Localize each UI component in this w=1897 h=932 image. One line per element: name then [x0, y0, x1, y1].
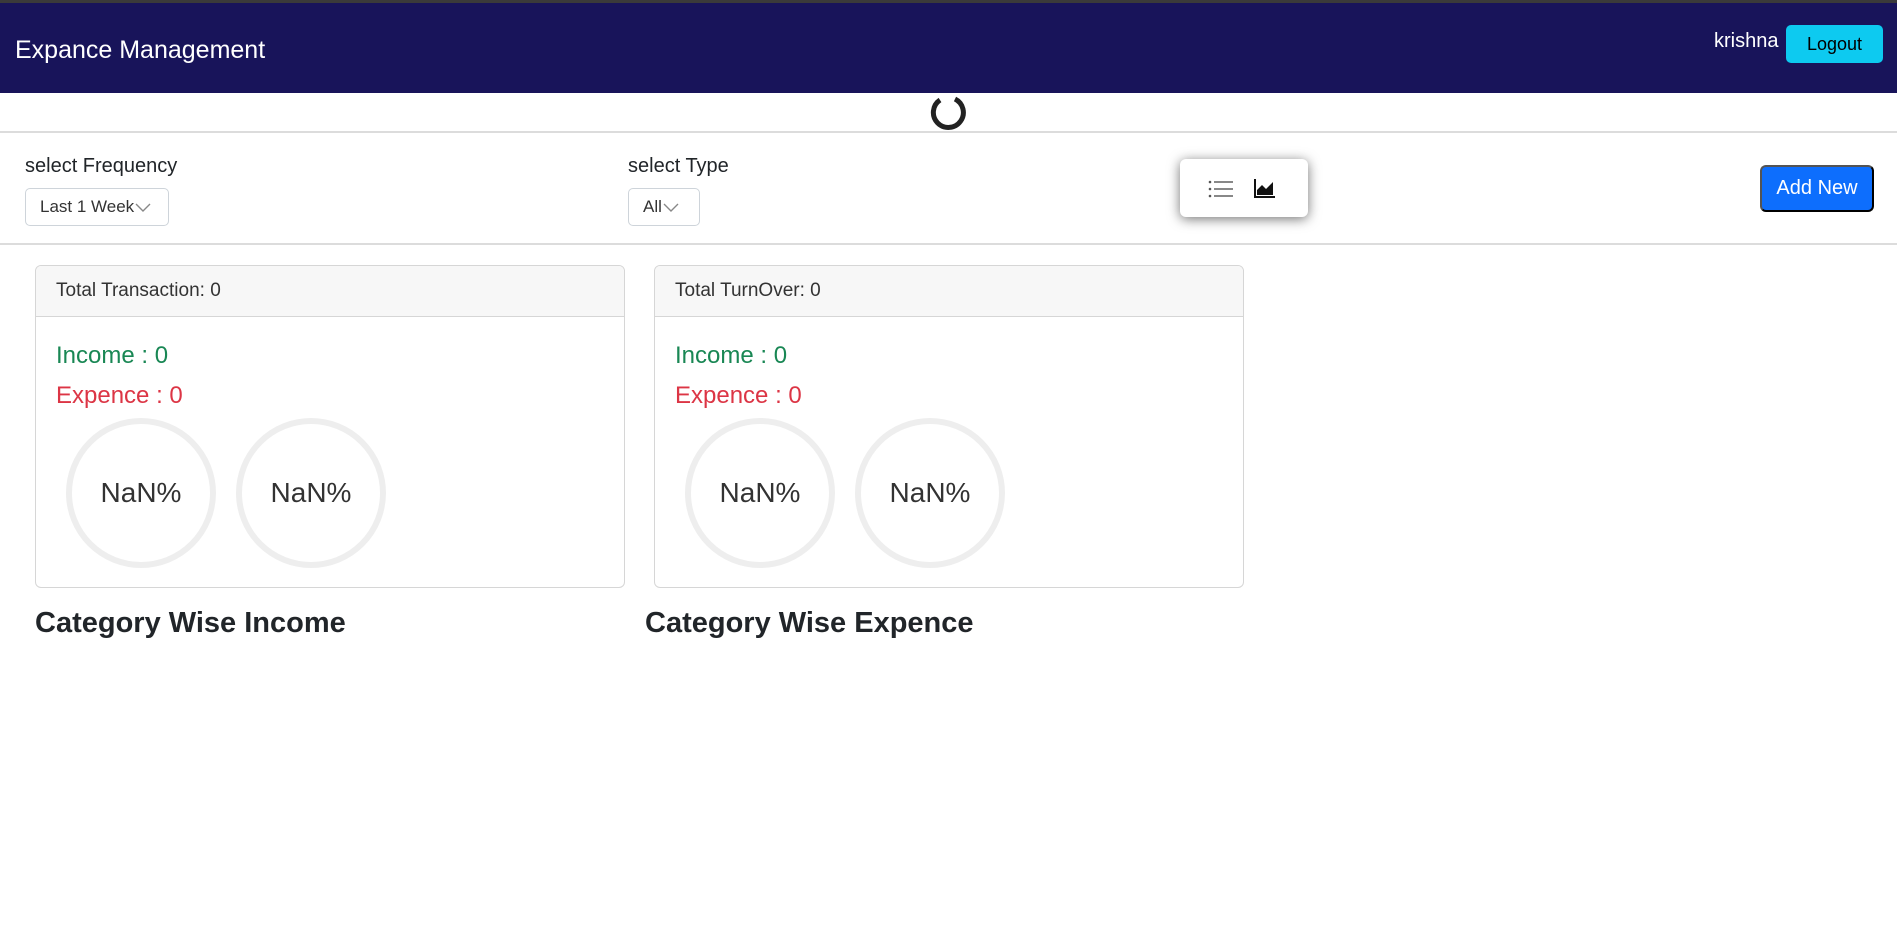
card-header: Total Transaction: 0: [36, 266, 624, 317]
income-progress-circle: NaN%: [685, 418, 835, 568]
view-toggle: [1180, 159, 1308, 217]
area-chart-icon[interactable]: [1254, 177, 1276, 199]
list-icon[interactable]: [1208, 179, 1234, 199]
type-value: All: [643, 197, 662, 216]
frequency-value: Last 1 Week: [40, 197, 135, 216]
expence-text: Expence : 0: [56, 382, 183, 409]
loading-spinner-icon: [930, 96, 966, 130]
chevron-down-icon: [135, 203, 151, 212]
username: krishna: [1714, 30, 1779, 52]
expence-progress-circle: NaN%: [236, 418, 386, 568]
income-text: Income : 0: [56, 342, 169, 369]
app-title[interactable]: Expance Management: [15, 36, 265, 65]
category-income-title: Category Wise Income: [35, 607, 346, 639]
type-select[interactable]: All: [628, 188, 700, 226]
income-progress-circle: NaN%: [66, 418, 216, 568]
add-new-button[interactable]: Add New: [1760, 165, 1874, 212]
category-expence-title: Category Wise Expence: [645, 607, 974, 639]
frequency-label: select Frequency: [25, 155, 178, 177]
type-label: select Type: [628, 155, 729, 177]
expence-text: Expence : 0: [675, 382, 802, 409]
filter-bar: select Frequency Last 1 Week select Type…: [0, 131, 1897, 245]
expence-progress-circle: NaN%: [855, 418, 1005, 568]
transaction-card: Total Transaction: 0 Income : 0 Expence …: [35, 265, 625, 588]
navbar: Expance Management krishna Logout: [0, 3, 1897, 93]
logout-button[interactable]: Logout: [1786, 25, 1883, 63]
card-header: Total TurnOver: 0: [655, 266, 1243, 317]
income-text: Income : 0: [675, 342, 788, 369]
frequency-select[interactable]: Last 1 Week: [25, 188, 169, 226]
turnover-card: Total TurnOver: 0 Income : 0 Expence : 0…: [654, 265, 1244, 588]
chevron-down-icon: [663, 203, 679, 212]
